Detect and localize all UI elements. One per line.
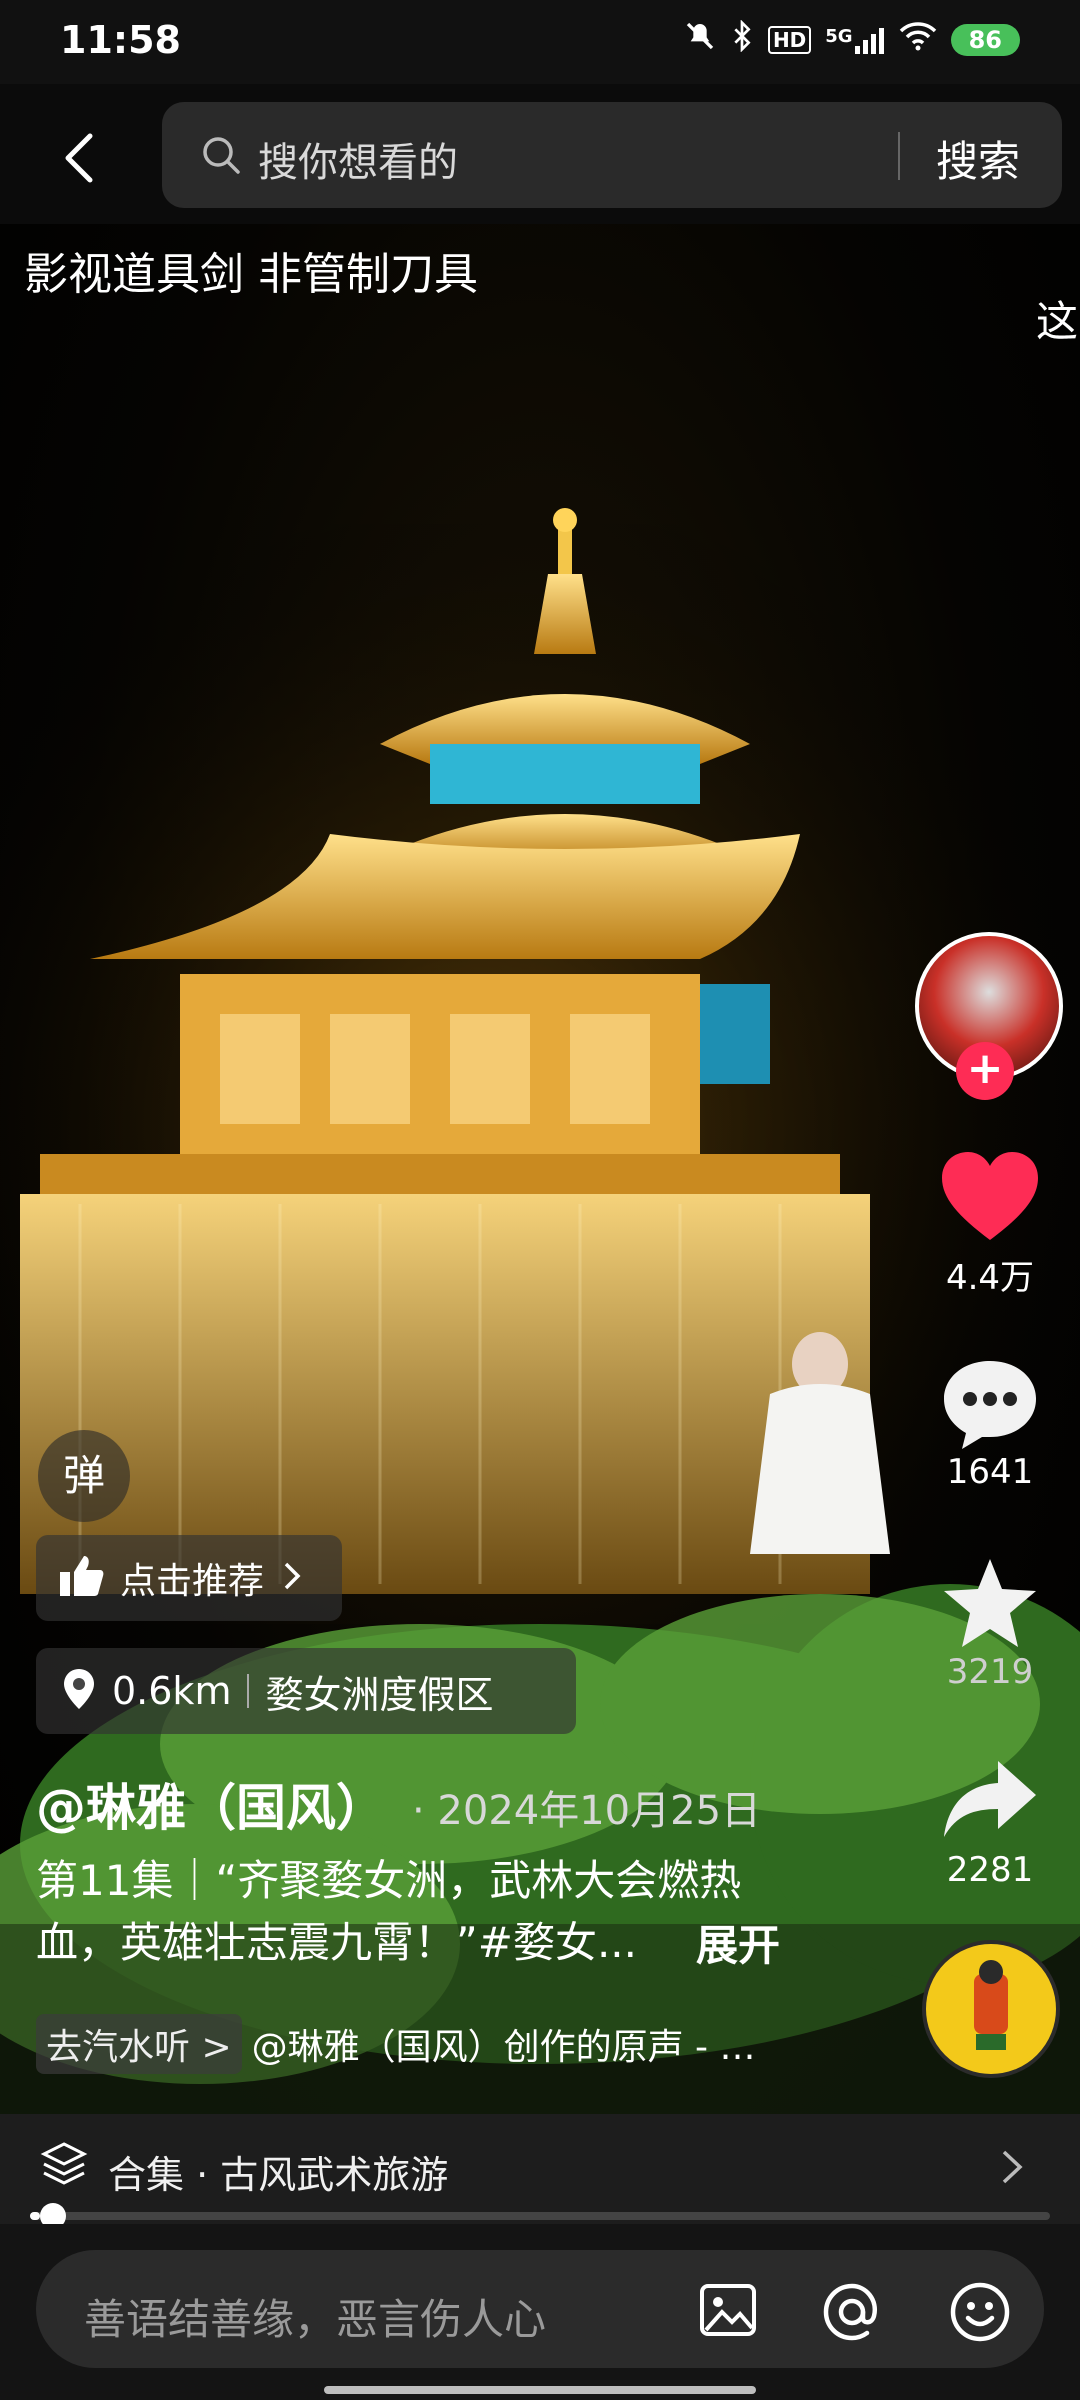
hd-badge: HD [767, 25, 812, 54]
collection-label: 合集 · 古风武术旅游 [108, 2153, 449, 2197]
side-hint-text: 这 [1036, 297, 1079, 346]
location-name: 婺女洲度假区 [265, 1672, 494, 1717]
heart-icon [942, 1152, 1038, 1240]
location-chip[interactable]: 0.6km 婺女洲度假区 [36, 1648, 576, 1734]
video-progress-fill [30, 2212, 41, 2220]
comment-button[interactable] [940, 1355, 1040, 1455]
emoji-icon[interactable] [948, 2280, 1012, 2348]
video-caption: 影视道具剑 非管制刀具 [24, 249, 478, 300]
collection-chevron-icon [1000, 2148, 1024, 2190]
back-button[interactable] [52, 128, 112, 188]
recommend-label: 点击推荐 [120, 1561, 265, 1602]
comment-bubble-icon [944, 1361, 1036, 1449]
signal-icon: 5G [825, 26, 884, 54]
favorite-count: 3219 [946, 1652, 1034, 1692]
expand-button[interactable]: 展开 [696, 1912, 780, 1973]
mention-icon[interactable] [820, 2280, 884, 2348]
author-name[interactable]: @琳雅（国风） [36, 1768, 386, 1840]
location-pin-icon [62, 1667, 96, 1715]
network-type-label: 5G [825, 25, 853, 47]
music-row[interactable]: 去汽水听 > @琳雅（国风）创作的原声 - … [36, 2012, 816, 2076]
search-button[interactable]: 搜索 [936, 128, 1020, 189]
search-divider [898, 132, 900, 180]
comment-count: 1641 [946, 1452, 1034, 1492]
layers-icon [40, 2140, 88, 2192]
location-separator [247, 1674, 250, 1708]
danmu-toggle[interactable]: 弹 [38, 1430, 130, 1522]
like-count: 4.4万 [945, 1258, 1035, 1298]
bluetooth-icon [730, 19, 754, 59]
music-disc-icon[interactable] [922, 1940, 1060, 2078]
image-icon[interactable] [698, 2280, 758, 2344]
status-icons: HD 5G 86 [684, 19, 1020, 59]
share-count: 2281 [946, 1850, 1034, 1890]
post-date: · 2024年10月25日 [412, 1788, 762, 1834]
star-icon [944, 1559, 1036, 1647]
recommend-button[interactable]: 点击推荐 [36, 1535, 342, 1621]
mute-bell-icon [684, 20, 716, 59]
chevron-right-icon [282, 1560, 302, 1596]
status-time: 11:58 [60, 18, 181, 62]
favorite-button[interactable] [940, 1555, 1040, 1655]
share-button[interactable] [940, 1755, 1040, 1849]
location-distance: 0.6km [112, 1669, 232, 1713]
battery-indicator: 86 [950, 23, 1020, 56]
search-placeholder: 搜你想看的 [258, 140, 458, 186]
share-arrow-icon [944, 1761, 1036, 1837]
video-progress-track[interactable] [30, 2212, 1050, 2220]
follow-button[interactable]: + [956, 1042, 1014, 1100]
music-text: @琳雅（国风）创作的原声 - … [251, 2027, 756, 2068]
wifi-icon [899, 21, 937, 58]
home-indicator [324, 2386, 756, 2394]
thumbs-up-icon [58, 1554, 104, 1602]
video-description[interactable]: 第11集｜“齐聚婺女洲，武林大会燃热血，英雄壮志震九霄！”#婺女... [36, 1850, 796, 1974]
music-tag[interactable]: 去汽水听 > [36, 2014, 242, 2074]
back-arrow-icon [65, 133, 93, 183]
search-icon [200, 134, 242, 180]
comment-placeholder: 善语结善缘，恶言伤人心 [84, 2295, 547, 2344]
like-button[interactable] [938, 1150, 1042, 1250]
